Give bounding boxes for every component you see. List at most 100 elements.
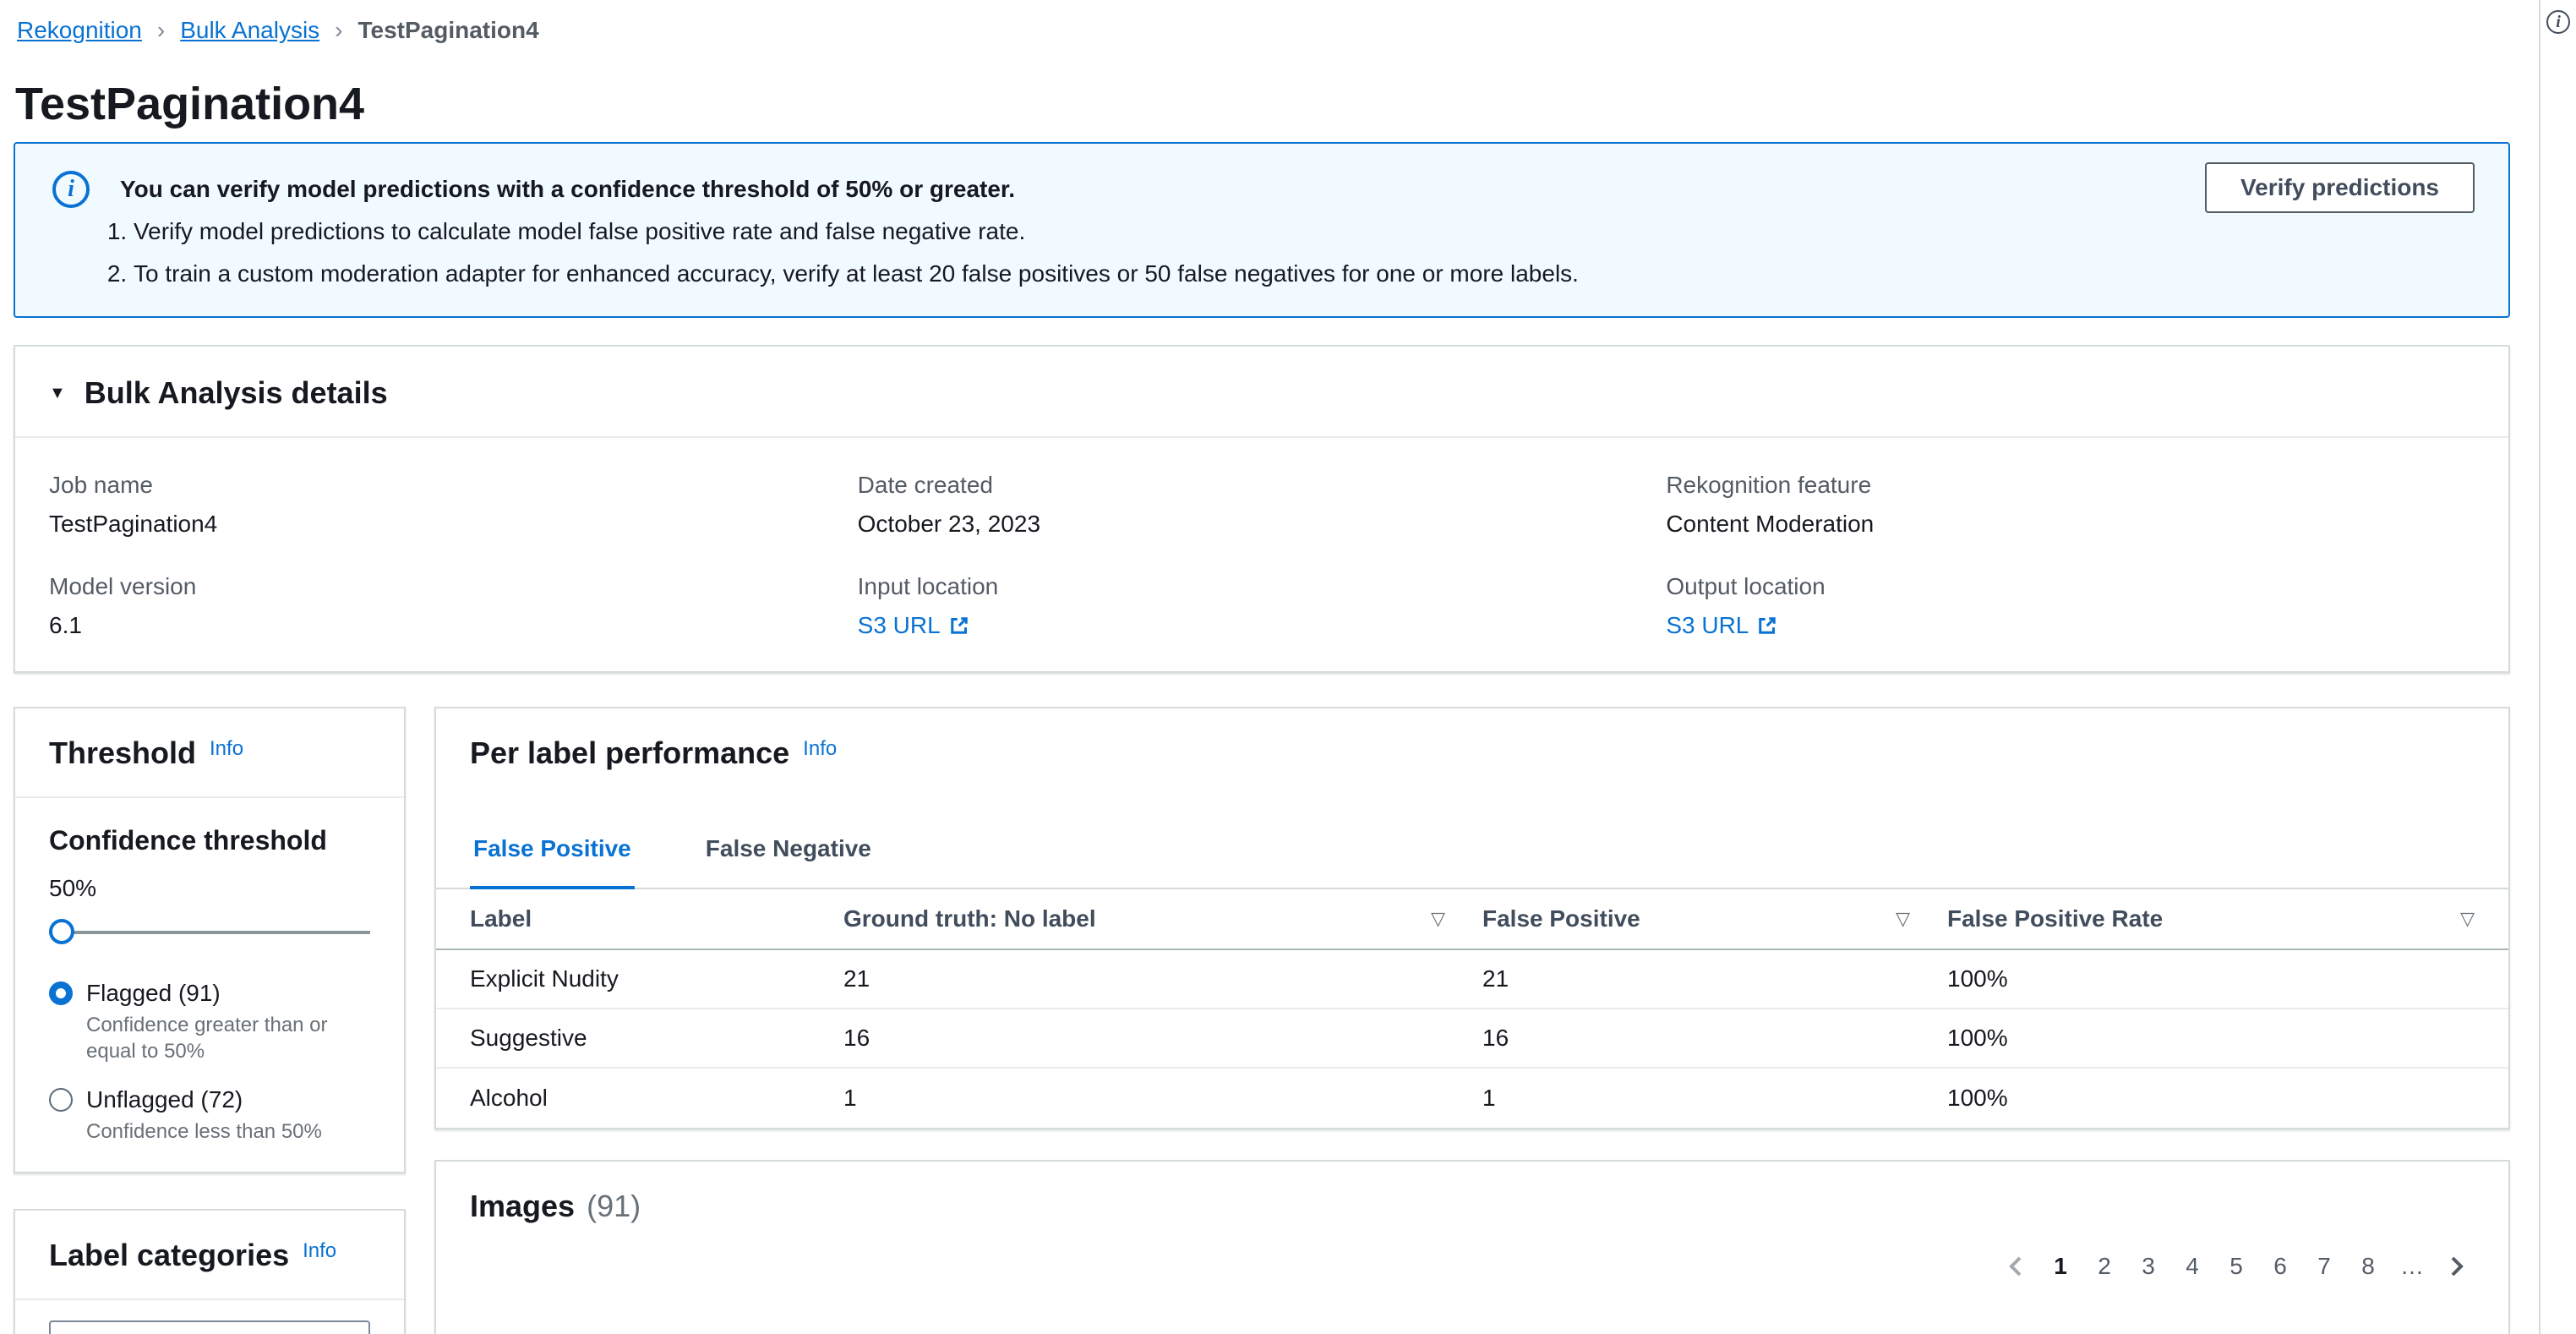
- images-card: Images (91) 1 2 3 4 5 6 7 8 …: [434, 1160, 2510, 1334]
- field-label: Job name: [49, 472, 858, 499]
- filter-icon[interactable]: ▽: [1896, 908, 1910, 930]
- pagination-page-1[interactable]: 1: [2038, 1244, 2082, 1288]
- cell-false-positive-rate: 100%: [1947, 965, 2508, 992]
- cell-label: Alcohol: [436, 1085, 843, 1112]
- details-column: Date created October 23, 2023 Input loca…: [858, 472, 1667, 675]
- breadcrumb-link-bulk-analysis[interactable]: Bulk Analysis: [180, 17, 319, 44]
- threshold-body: Confidence threshold 50% Flagged (91) Co…: [15, 798, 404, 1195]
- images-title: Images: [470, 1189, 575, 1224]
- radio-label: Unflagged (72): [86, 1086, 243, 1113]
- performance-info-link[interactable]: Info: [803, 737, 837, 760]
- pagination-page-4[interactable]: 4: [2170, 1244, 2214, 1288]
- field-job-name: Job name TestPagination4: [49, 472, 858, 538]
- pagination-prev-button[interactable]: [1995, 1244, 2038, 1288]
- details-column: Job name TestPagination4 Model version 6…: [49, 472, 858, 675]
- breadcrumb-current: TestPagination4: [358, 17, 539, 44]
- radio-selected[interactable]: [49, 981, 73, 1005]
- field-label: Date created: [858, 472, 1667, 499]
- radio-description: Confidence greater than or equal to 50%: [86, 1012, 370, 1064]
- pagination-page-8[interactable]: 8: [2346, 1244, 2390, 1288]
- radio-option-unflagged[interactable]: Unflagged (72) Confidence less than 50%: [49, 1086, 370, 1145]
- breadcrumb-link-rekognition[interactable]: Rekognition: [17, 17, 142, 44]
- help-panel-gutter: i: [2539, 0, 2576, 1334]
- table-row: Alcohol 1 1 100%: [436, 1069, 2508, 1128]
- field-label: Output location: [1666, 573, 2475, 600]
- column-header-ground-truth[interactable]: Ground truth: No label ▽: [843, 905, 1482, 932]
- images-count: (91): [587, 1189, 641, 1224]
- slider-track[interactable]: [49, 931, 370, 934]
- tab-false-positive[interactable]: False Positive: [470, 818, 635, 889]
- help-info-icon[interactable]: i: [2546, 10, 2570, 34]
- field-label: Model version: [49, 573, 858, 600]
- pagination-page-2[interactable]: 2: [2082, 1244, 2126, 1288]
- column-header-text: False Positive Rate: [1947, 905, 2163, 932]
- cell-false-positive: 16: [1482, 1025, 1947, 1052]
- alert-list-item: Verify model predictions to calculate mo…: [134, 218, 1579, 245]
- radio-unselected[interactable]: [49, 1088, 73, 1112]
- label-categories-body: [15, 1300, 404, 1334]
- column-header-false-positive[interactable]: False Positive▽: [1482, 905, 1947, 932]
- field-rekognition-feature: Rekognition feature Content Moderation: [1666, 472, 2475, 538]
- cell-label: Explicit Nudity: [436, 965, 843, 992]
- pagination-ellipsis: …: [2390, 1244, 2434, 1288]
- s3-link-label: S3 URL: [858, 612, 941, 639]
- pagination-next-button[interactable]: [2434, 1244, 2478, 1288]
- column-header-text: Ground truth: No label: [843, 905, 1096, 932]
- tab-false-negative[interactable]: False Negative: [702, 818, 875, 888]
- cell-ground-truth: 1: [843, 1085, 1482, 1112]
- field-output-location: Output location S3 URL: [1666, 573, 2475, 639]
- flag-filter-radio-group: Flagged (91) Confidence greater than or …: [49, 980, 370, 1145]
- info-alert: i You can verify model predictions with …: [14, 142, 2510, 318]
- label-categories-card: Label categories Info: [14, 1209, 406, 1334]
- external-link-icon: [949, 615, 969, 636]
- cell-false-positive-rate: 100%: [1947, 1025, 2508, 1052]
- field-value: 6.1: [49, 612, 858, 639]
- details-column: Rekognition feature Content Moderation O…: [1666, 472, 2475, 675]
- alert-list-item: To train a custom moderation adapter for…: [134, 260, 1579, 287]
- field-label: Input location: [858, 573, 1667, 600]
- input-location-s3-link[interactable]: S3 URL: [858, 612, 969, 639]
- details-title: Bulk Analysis details: [85, 375, 388, 411]
- threshold-value: 50%: [49, 875, 370, 902]
- pagination: 1 2 3 4 5 6 7 8 …: [436, 1244, 2508, 1288]
- threshold-header: Threshold Info: [15, 708, 404, 771]
- cell-false-positive: 1: [1482, 1085, 1947, 1112]
- table-header-row: Label Ground truth: No label ▽ False Posi…: [436, 889, 2508, 950]
- performance-tabs: False Positive False Negative: [436, 818, 2508, 889]
- column-header-text: Label: [470, 905, 532, 932]
- details-expand-header[interactable]: ▼ Bulk Analysis details: [15, 347, 2508, 438]
- filter-icon[interactable]: ▽: [2460, 908, 2475, 930]
- field-model-version: Model version 6.1: [49, 573, 858, 639]
- label-categories-header: Label categories Info: [15, 1211, 404, 1273]
- label-categories-title: Label categories: [49, 1238, 289, 1272]
- label-categories-info-link[interactable]: Info: [303, 1239, 336, 1262]
- column-header-label[interactable]: Label: [436, 905, 843, 932]
- verify-predictions-button[interactable]: Verify predictions: [2205, 162, 2475, 213]
- filter-icon[interactable]: ▽: [1431, 908, 1445, 930]
- cell-ground-truth: 21: [843, 965, 1482, 992]
- slider-knob[interactable]: [49, 919, 74, 944]
- confidence-slider: [49, 919, 370, 946]
- radio-option-flagged[interactable]: Flagged (91) Confidence greater than or …: [49, 980, 370, 1064]
- threshold-info-link[interactable]: Info: [210, 737, 243, 760]
- threshold-card: ThresholdInfo Confidence threshold 50% F…: [14, 707, 406, 1173]
- alert-list: Verify model predictions to calculate mo…: [100, 218, 1579, 303]
- column-header-false-positive-rate[interactable]: False Positive Rate ▽: [1947, 905, 2508, 932]
- images-header: Images (91): [436, 1162, 2508, 1224]
- collapse-caret-icon: ▼: [49, 385, 66, 402]
- output-location-s3-link[interactable]: S3 URL: [1666, 612, 1777, 639]
- field-value: October 23, 2023: [858, 511, 1667, 538]
- cell-false-positive-rate: 100%: [1947, 1085, 2508, 1112]
- field-label: Rekognition feature: [1666, 472, 2475, 499]
- pagination-page-3[interactable]: 3: [2126, 1244, 2170, 1288]
- threshold-title: Threshold: [49, 735, 196, 770]
- cell-label: Suggestive: [436, 1025, 843, 1052]
- details-grid: Job name TestPagination4 Model version 6…: [15, 438, 2508, 675]
- pagination-page-5[interactable]: 5: [2214, 1244, 2258, 1288]
- pagination-page-7[interactable]: 7: [2302, 1244, 2346, 1288]
- radio-description: Confidence less than 50%: [86, 1118, 370, 1145]
- performance-table: Label Ground truth: No label ▽ False Posi…: [436, 889, 2508, 1128]
- category-filter-input[interactable]: [49, 1320, 370, 1334]
- page-title: TestPagination4: [15, 78, 364, 130]
- pagination-page-6[interactable]: 6: [2258, 1244, 2302, 1288]
